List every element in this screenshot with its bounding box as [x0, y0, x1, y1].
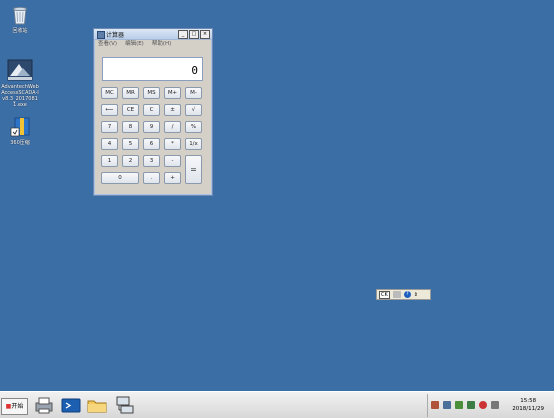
- network-icon[interactable]: [113, 395, 135, 415]
- key-8[interactable]: 8: [122, 121, 139, 133]
- key-mr[interactable]: MR: [122, 87, 139, 99]
- key-2[interactable]: 2: [122, 155, 139, 167]
- taskbar: ■开始 15:58 2018/11/29: [0, 391, 554, 418]
- key-6[interactable]: 6: [143, 138, 160, 150]
- system-tray: 15:58 2018/11/29: [427, 394, 554, 417]
- folder-icon[interactable]: [86, 395, 108, 415]
- key-decimal[interactable]: .: [143, 172, 160, 184]
- key-mplus[interactable]: M+: [164, 87, 181, 99]
- key-0[interactable]: 0: [101, 172, 139, 184]
- input-method-label[interactable]: CK: [379, 290, 390, 299]
- installer-icon: [7, 58, 33, 82]
- key-3[interactable]: 3: [143, 155, 160, 167]
- key-percent[interactable]: %: [185, 121, 202, 133]
- desktop-icon-installer[interactable]: AdvantechWebAccessSCADA-Iv8.3_20170811.e…: [0, 58, 40, 108]
- menu-view[interactable]: 查看(V): [98, 40, 117, 49]
- desktop-icon-archive[interactable]: 360压缩: [0, 116, 40, 146]
- tray-app-icon[interactable]: [431, 401, 439, 409]
- desktop-icon-recycle-bin[interactable]: 回收站: [0, 4, 40, 34]
- clock[interactable]: 15:58 2018/11/29: [512, 397, 544, 413]
- archive-icon: [9, 116, 31, 138]
- powershell-icon[interactable]: [60, 395, 82, 415]
- calculator-display: 0: [102, 57, 203, 81]
- language-bar[interactable]: CK ? ⇕: [376, 289, 431, 300]
- start-button[interactable]: ■开始: [1, 398, 28, 415]
- display-value: 0: [191, 64, 198, 77]
- key-subtract[interactable]: -: [164, 155, 181, 167]
- tray-volume-icon[interactable]: [491, 401, 499, 409]
- key-4[interactable]: 4: [101, 138, 118, 150]
- key-ms[interactable]: MS: [143, 87, 160, 99]
- recycle-bin-icon: [9, 4, 31, 26]
- key-equals[interactable]: =: [185, 155, 202, 184]
- key-sqrt[interactable]: √: [185, 104, 202, 116]
- key-9[interactable]: 9: [143, 121, 160, 133]
- maximize-button[interactable]: □: [189, 30, 199, 39]
- tray-alert-icon[interactable]: [479, 401, 487, 409]
- menu-edit[interactable]: 编辑(E): [125, 40, 144, 49]
- minimize-button[interactable]: _: [178, 30, 188, 39]
- key-add[interactable]: +: [164, 172, 181, 184]
- printer-icon[interactable]: [33, 395, 55, 415]
- key-7[interactable]: 7: [101, 121, 118, 133]
- calculator-titlebar[interactable]: 计算器 _ □ ×: [94, 29, 212, 40]
- calculator-window[interactable]: 计算器 _ □ × 查看(V) 编辑(E) 帮助(H) 0 MC MR MS M…: [93, 28, 213, 196]
- key-1[interactable]: 1: [101, 155, 118, 167]
- key-mc[interactable]: MC: [101, 87, 118, 99]
- key-c[interactable]: C: [143, 104, 160, 116]
- help-icon[interactable]: ?: [403, 291, 411, 298]
- menu-help[interactable]: 帮助(H): [152, 40, 171, 49]
- tray-shield-icon[interactable]: [455, 401, 463, 409]
- key-divide[interactable]: /: [164, 121, 181, 133]
- key-backspace[interactable]: ⟵: [101, 104, 118, 116]
- calculator-app-icon: [97, 31, 105, 39]
- tray-network-icon[interactable]: [467, 401, 475, 409]
- window-title: 计算器: [106, 32, 125, 39]
- desktop-icon-label: 360压缩: [10, 140, 30, 146]
- desktop-icon-label: 回收站: [12, 28, 28, 34]
- key-ce[interactable]: CE: [122, 104, 139, 116]
- key-5[interactable]: 5: [122, 138, 139, 150]
- keyboard-icon[interactable]: [392, 291, 401, 298]
- key-sign[interactable]: ±: [164, 104, 181, 116]
- start-label: 开始: [11, 403, 24, 410]
- key-reciprocal[interactable]: 1/x: [185, 138, 202, 150]
- options-arrow-icon[interactable]: ⇕: [414, 292, 418, 298]
- clock-time: 15:58: [520, 398, 537, 404]
- desktop: 回收站 AdvantechWebAccessSCADA-Iv8.3_201708…: [0, 0, 554, 391]
- close-button[interactable]: ×: [200, 30, 210, 39]
- key-mminus[interactable]: M-: [185, 87, 202, 99]
- menubar: 查看(V) 编辑(E) 帮助(H): [94, 40, 212, 49]
- key-multiply[interactable]: *: [164, 138, 181, 150]
- clock-date: 2018/11/29: [512, 406, 544, 412]
- tray-monitor-icon[interactable]: [443, 401, 451, 409]
- desktop-icon-label: AdvantechWebAccessSCADA-Iv8.3_20170811.e…: [1, 84, 39, 108]
